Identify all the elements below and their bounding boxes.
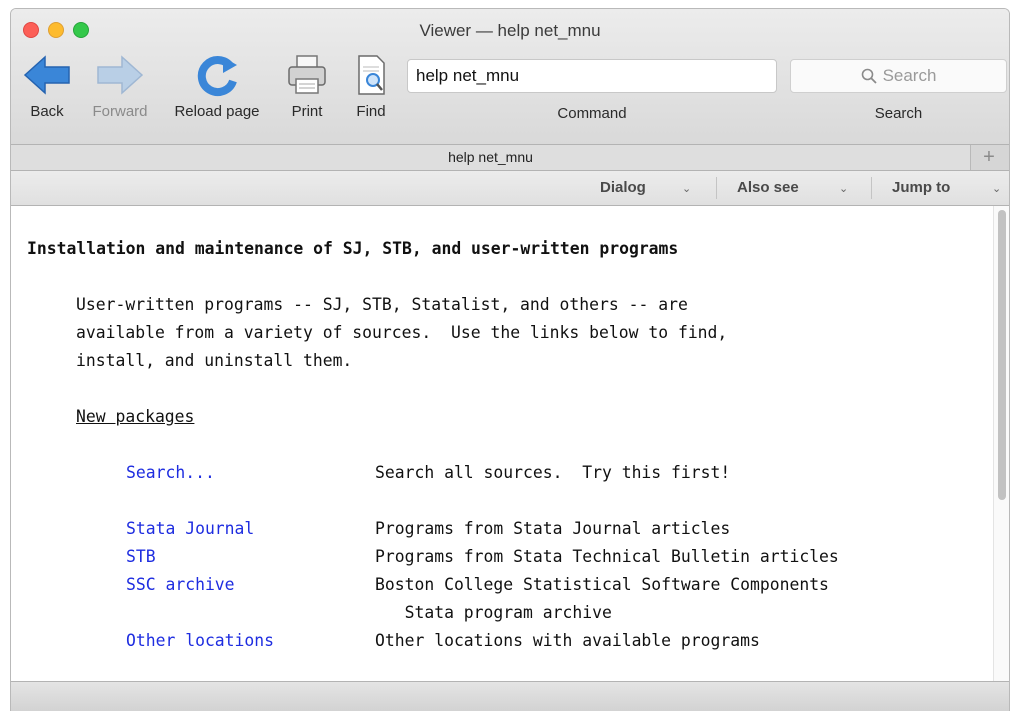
page-heading: Installation and maintenance of SJ, STB,… xyxy=(27,239,679,258)
row-description: Programs from Stata Journal articles xyxy=(375,519,731,538)
link-stata-journal[interactable]: Stata Journal xyxy=(126,519,254,539)
search-input[interactable]: Search xyxy=(790,59,1007,93)
printer-icon xyxy=(288,55,326,94)
search-label: Search xyxy=(874,105,923,122)
row-description: Search all sources. Try this first! xyxy=(375,463,731,482)
back-label: Back xyxy=(30,103,64,120)
find-label: Find xyxy=(356,103,386,120)
reload-label: Reload page xyxy=(174,103,260,120)
forward-label: Forward xyxy=(92,103,148,120)
dialog-menu[interactable]: Dialog xyxy=(600,171,646,205)
intro-line: available from a variety of sources. Use… xyxy=(76,323,728,342)
dialog-chevron-down-icon[interactable]: ⌄ xyxy=(682,171,691,205)
reload-button[interactable]: Reload page xyxy=(163,53,271,120)
link-search[interactable]: Search... xyxy=(126,463,215,483)
search-placeholder: Search xyxy=(882,66,937,85)
row-description: Boston College Statistical Software Comp… xyxy=(375,575,829,594)
search-icon xyxy=(861,68,877,84)
link-other-locations[interactable]: Other locations xyxy=(126,631,274,651)
vertical-scrollbar[interactable] xyxy=(993,206,1009,681)
viewer-window: Viewer — help net_mnu Back Forward Reloa… xyxy=(10,8,1010,711)
viewer-menu-bar: Dialog ⌄ Also see ⌄ Jump to ⌄ xyxy=(11,171,1009,206)
link-stb[interactable]: STB xyxy=(126,547,156,567)
toolbar: Viewer — help net_mnu Back Forward Reloa… xyxy=(11,9,1009,145)
scrollbar-thumb[interactable] xyxy=(998,210,1006,500)
find-button[interactable]: Find xyxy=(343,53,399,120)
print-label: Print xyxy=(291,103,323,120)
forward-button[interactable]: Forward xyxy=(85,53,155,120)
help-content: Installation and maintenance of SJ, STB,… xyxy=(11,206,995,681)
divider xyxy=(871,177,872,199)
command-label: Command xyxy=(557,105,627,122)
also-see-chevron-down-icon[interactable]: ⌄ xyxy=(839,171,848,205)
new-tab-button[interactable]: + xyxy=(969,145,1009,170)
tab-help-net-mnu[interactable]: help net_mnu xyxy=(11,145,971,170)
section-heading-new-packages: New packages xyxy=(76,407,195,426)
row-description-continued: Stata program archive xyxy=(375,603,612,622)
jump-to-menu[interactable]: Jump to xyxy=(892,171,950,205)
row-description: Other locations with available programs xyxy=(375,631,760,650)
link-ssc-archive[interactable]: SSC archive xyxy=(126,575,235,595)
back-arrow-icon xyxy=(23,55,70,95)
tab-bar: help net_mnu + xyxy=(11,145,1009,171)
command-input[interactable] xyxy=(407,59,777,93)
divider xyxy=(716,177,717,199)
intro-line: install, and uninstall them. xyxy=(76,351,353,370)
back-button[interactable]: Back xyxy=(19,53,75,120)
window-title: Viewer — help net_mnu xyxy=(419,21,601,40)
jump-to-chevron-down-icon[interactable]: ⌄ xyxy=(992,171,1001,205)
row-description: Programs from Stata Technical Bulletin a… xyxy=(375,547,839,566)
find-document-icon xyxy=(358,55,385,95)
reload-icon xyxy=(197,56,237,97)
print-button[interactable]: Print xyxy=(279,53,335,120)
forward-arrow-icon xyxy=(97,55,144,95)
also-see-menu[interactable]: Also see xyxy=(737,171,799,205)
status-bar xyxy=(11,681,1009,711)
intro-line: User-written programs -- SJ, STB, Statal… xyxy=(76,295,688,314)
